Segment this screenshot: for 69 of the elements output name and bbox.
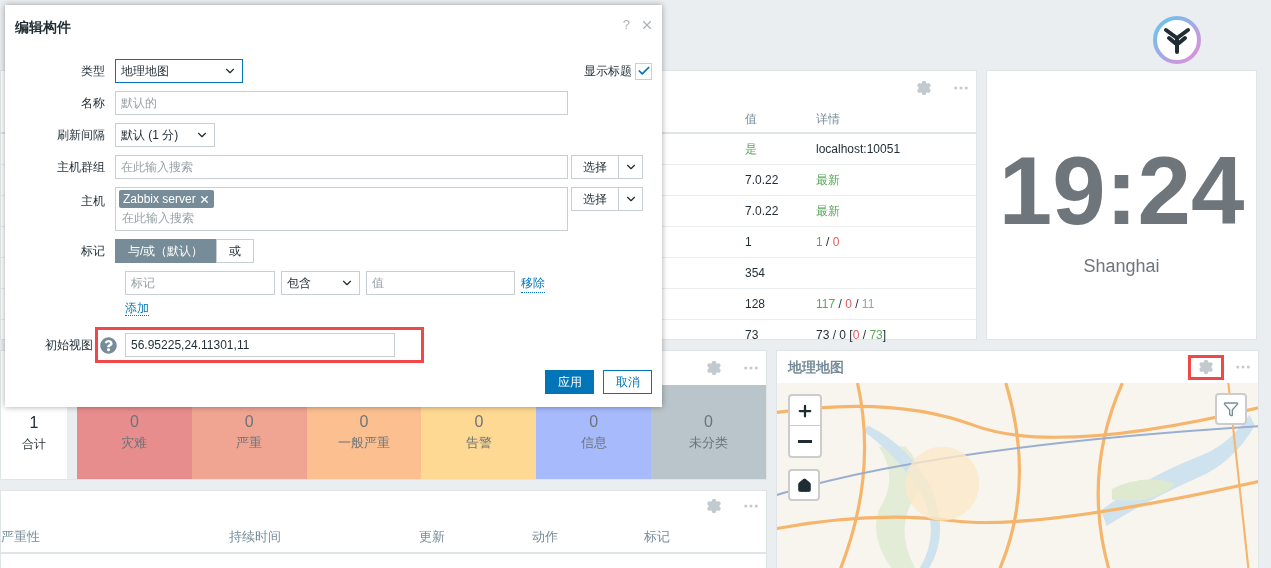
table-cell-text: 1 / 0 xyxy=(816,234,840,251)
minus-icon xyxy=(798,439,812,443)
dropdown-button[interactable] xyxy=(619,187,643,211)
input-field[interactable]: 默认的 xyxy=(115,91,568,115)
table-cell-text: 128 xyxy=(745,296,766,313)
select-button[interactable]: 选择 xyxy=(571,155,619,179)
column-header: 持续时间 xyxy=(229,528,281,544)
logo-icon[interactable] xyxy=(1153,16,1201,64)
total-count: 1 xyxy=(29,413,39,433)
table-cell-text: 354 xyxy=(745,265,766,282)
field-label: 主机 xyxy=(81,194,105,208)
column-header: 详情 xyxy=(816,110,840,128)
dialog-title: 编辑构件 xyxy=(15,18,71,37)
table-cell-text: 最新 xyxy=(816,172,840,189)
filter-icon xyxy=(1223,401,1239,417)
home-button[interactable] xyxy=(788,469,820,501)
remove-icon[interactable] xyxy=(198,193,210,205)
help-icon[interactable] xyxy=(100,336,117,354)
table-cell-text: 是 xyxy=(745,141,757,158)
severity-card[interactable]: 0 未分类 xyxy=(651,385,766,479)
field-label: 类型 xyxy=(81,64,105,78)
settings-icon[interactable] xyxy=(706,360,722,376)
table-cell-text: 1 xyxy=(745,234,752,251)
search-placeholder: 在此输入搜索 xyxy=(122,211,194,225)
filter-button[interactable] xyxy=(1215,393,1247,425)
cancel-button[interactable]: 取消 xyxy=(603,370,652,394)
field-label: 主机群组 xyxy=(57,160,105,174)
input-field[interactable]: 标记 xyxy=(125,271,275,295)
table-cell-text: 7.0.22 xyxy=(745,203,779,220)
table-cell-text: 73 / 0 [0 / 73] xyxy=(816,327,887,344)
remove-link[interactable]: 移除 xyxy=(521,273,545,293)
column-header: 值 xyxy=(745,110,757,128)
table-cell-text: 117 / 0 / 11 xyxy=(816,296,875,313)
total-label: 合计 xyxy=(22,436,46,453)
select-field[interactable]: 地理地图 xyxy=(115,59,243,83)
column-header: 更新 xyxy=(419,528,445,544)
table-cell-text: localhost:10051 xyxy=(816,141,901,158)
column-header: 严重性 xyxy=(1,528,40,544)
input-field[interactable]: 在此输入搜索 xyxy=(115,155,568,179)
select-field[interactable]: 默认 (1 分) xyxy=(115,123,215,147)
clock-city: Shanghai xyxy=(1083,255,1160,278)
field-label: 初始视图 xyxy=(45,337,93,354)
mode-toggle[interactable]: 与/或（默认） xyxy=(115,239,217,263)
column-header: 动作 xyxy=(532,528,558,544)
dropdown-button[interactable] xyxy=(619,155,643,179)
field-label: 刷新间隔 xyxy=(57,128,105,142)
table-cell-text: 7.0.22 xyxy=(745,172,779,189)
clock-time: 19:24 xyxy=(998,141,1245,241)
field-label: 标记 xyxy=(81,244,105,258)
input-field[interactable]: 56.95225,24.11301,11 xyxy=(125,333,395,357)
mode-toggle[interactable]: 或 xyxy=(216,239,255,263)
table-cell-text: 73 xyxy=(745,327,759,344)
host-chip[interactable]: Zabbix server xyxy=(119,190,214,208)
home-icon xyxy=(796,477,812,493)
apply-button[interactable]: 应用 xyxy=(545,370,594,394)
checkbox[interactable] xyxy=(635,62,652,80)
widget-title: 地理地图 xyxy=(788,357,844,377)
checkbox-label: 显示标题 xyxy=(584,63,632,80)
select-field[interactable]: 包含 xyxy=(281,271,360,295)
settings-icon[interactable] xyxy=(1198,359,1214,375)
input-field[interactable]: 值 xyxy=(366,271,515,295)
settings-icon[interactable] xyxy=(916,80,932,96)
add-link[interactable]: 添加 xyxy=(125,301,149,316)
column-header: 标记 xyxy=(644,528,670,544)
settings-icon[interactable] xyxy=(706,498,722,514)
select-button[interactable]: 选择 xyxy=(571,187,619,211)
field-label: 名称 xyxy=(81,96,105,110)
multiselect-field[interactable]: Zabbix server 在此输入搜索 xyxy=(115,187,568,231)
table-cell-text: 最新 xyxy=(816,203,840,220)
